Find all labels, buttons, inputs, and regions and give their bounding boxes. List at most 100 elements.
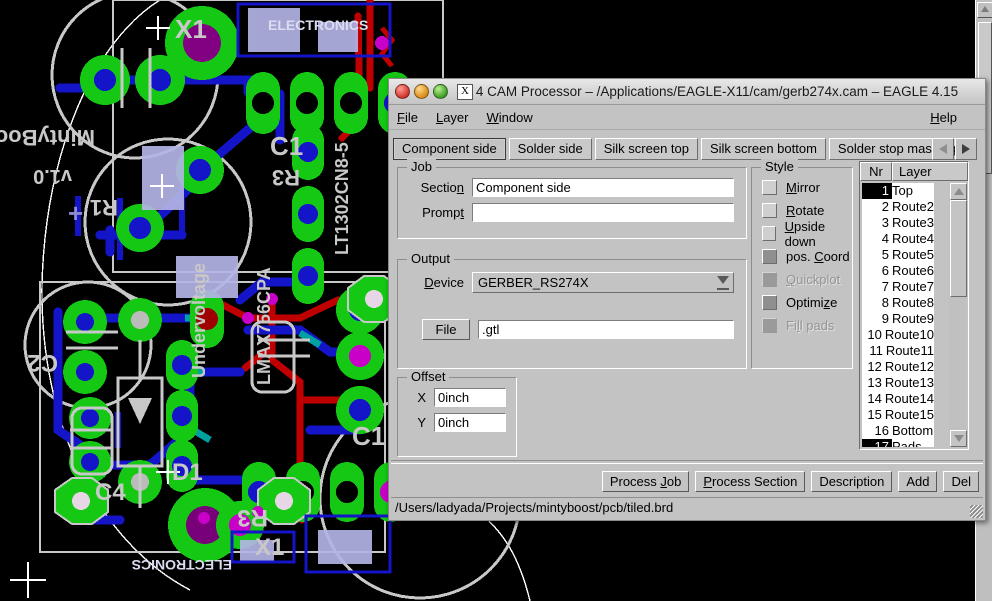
layer-header-nr[interactable]: Nr	[860, 162, 892, 181]
menu-window[interactable]: Window	[487, 110, 533, 125]
svg-text:X1: X1	[175, 14, 207, 44]
checkbox-box	[762, 203, 777, 218]
layer-row[interactable]: 14 Route14	[862, 391, 934, 407]
svg-text:C2: C2	[27, 349, 58, 376]
offset-y-label: Y	[417, 415, 426, 430]
offset-y-input[interactable]: 0inch	[434, 413, 506, 432]
tab-scroll-right-button[interactable]	[955, 138, 977, 160]
layer-scroll-down-button[interactable]	[950, 430, 967, 447]
layer-nr: 7	[881, 279, 889, 294]
checkbox-pos-coord[interactable]: pos. Coord	[752, 245, 852, 268]
device-select[interactable]: GERBER_RS274X	[472, 272, 734, 293]
layer-scroll-up-button[interactable]	[950, 183, 967, 200]
layer-row[interactable]: 16 Bottom	[862, 423, 934, 439]
layer-nr: 1	[862, 183, 892, 199]
layer-name: Route4	[892, 231, 934, 246]
svg-text:D1: D1	[172, 459, 203, 486]
layer-header-layer[interactable]: Layer	[892, 162, 968, 181]
tab-scroll-left-button[interactable]	[932, 138, 954, 160]
del-button[interactable]: Del	[943, 471, 979, 492]
checkbox-optimize[interactable]: Optimize	[752, 291, 852, 314]
layer-row[interactable]: 7 Route7	[862, 279, 934, 295]
layer-row[interactable]: 12 Route12	[862, 359, 934, 375]
cam-processor-window[interactable]: X 4 CAM Processor – /Applications/EAGLE-…	[388, 78, 986, 521]
layer-row[interactable]: 1 Top	[862, 183, 934, 199]
scroll-up-arrow[interactable]	[977, 2, 992, 18]
checkbox-label: Rotate	[786, 203, 825, 218]
layer-nr: 16	[874, 423, 889, 438]
layer-list-panel[interactable]: Nr Layer 1 Top 2 Route2 3 Route3 4 Route4 5R…	[859, 161, 969, 450]
minimize-button[interactable]	[414, 84, 429, 99]
process-section-button[interactable]: Process Section	[695, 471, 806, 492]
layer-name: Route7	[892, 279, 934, 294]
svg-text:ELECTRONICS: ELECTRONICS	[268, 17, 368, 33]
checkbox-box	[762, 272, 777, 287]
chevron-down-icon	[717, 276, 730, 290]
layer-row[interactable]: 11 Route11	[862, 343, 934, 359]
tab-scroll-buttons[interactable]	[932, 138, 977, 160]
layer-name: Route11	[885, 343, 934, 358]
layer-nr: 11	[869, 343, 883, 358]
layer-nr: 15	[867, 407, 882, 422]
zoom-button[interactable]	[433, 84, 448, 99]
prompt-label: Prompt	[422, 205, 464, 220]
process-job-button[interactable]: Process Job	[601, 471, 690, 492]
layer-row[interactable]: 13 Route13	[862, 375, 934, 391]
layer-row[interactable]: 8 Route8	[862, 295, 934, 311]
action-buttons: Process Job Process Section Description …	[601, 471, 979, 492]
menu-bar[interactable]: File Layer Window Help	[389, 105, 985, 130]
layer-list-scrollbar[interactable]	[949, 183, 967, 447]
layer-nr: 5	[881, 247, 889, 262]
section-tabs[interactable]: Component side Solder side Silk screen t…	[393, 136, 985, 160]
output-group: Output Device GERBER_RS274X File .gtl	[397, 251, 747, 369]
layer-name: Route14	[884, 391, 934, 406]
checkbox-upside-down[interactable]: Upside down	[752, 219, 852, 249]
checkbox-box	[762, 180, 777, 195]
description-button[interactable]: Description	[811, 471, 893, 492]
layer-row[interactable]: 15 Route15	[862, 407, 934, 423]
svg-text:+: +	[68, 198, 83, 228]
window-controls: X	[395, 83, 473, 100]
tab-solder-side[interactable]: Solder side	[508, 138, 592, 160]
layer-row[interactable]: 17 Pads	[862, 439, 934, 447]
menu-file[interactable]: File	[397, 110, 418, 125]
layer-row[interactable]: 2 Route2	[862, 199, 934, 215]
layer-name: Route8	[892, 295, 934, 310]
checkbox-mirror[interactable]: Mirror	[752, 176, 852, 199]
file-input[interactable]: .gtl	[478, 320, 734, 339]
layer-nr: 3	[881, 215, 889, 230]
layer-row[interactable]: 6 Route6	[862, 263, 934, 279]
layer-row[interactable]: 5 Route5	[862, 247, 934, 263]
layer-list[interactable]: 1 Top 2 Route2 3 Route3 4 Route4 5 Route5 6 Ro…	[862, 183, 934, 447]
offset-x-label: X	[417, 390, 426, 405]
tab-component-side[interactable]: Component side	[393, 138, 506, 160]
layer-name: Route3	[892, 215, 934, 230]
offset-x-input[interactable]: 0inch	[434, 388, 506, 407]
title-bar[interactable]: X 4 CAM Processor – /Applications/EAGLE-…	[389, 79, 985, 105]
checkbox-box	[762, 295, 777, 310]
window-title: 4 CAM Processor – /Applications/EAGLE-X1…	[475, 84, 959, 99]
layer-row[interactable]: 9 Route9	[862, 311, 934, 327]
svg-text:C4: C4	[95, 479, 126, 506]
close-button[interactable]	[395, 84, 410, 99]
tab-silk-screen-top[interactable]: Silk screen top	[594, 138, 698, 160]
prompt-input[interactable]	[472, 203, 734, 222]
offset-group: Offset X 0inch Y 0inch	[397, 369, 517, 457]
device-select-value: GERBER_RS274X	[478, 275, 589, 290]
file-button[interactable]: File	[422, 319, 470, 340]
layer-nr: 4	[881, 231, 889, 246]
layer-row[interactable]: 10 Route10	[862, 327, 934, 343]
resize-grip[interactable]	[970, 505, 983, 518]
menu-layer[interactable]: Layer	[436, 110, 469, 125]
screen: X1 MintyBoost v1.0 R1 + C1 C2 C4 D1 C1 U…	[0, 0, 992, 601]
layer-name: Route6	[892, 263, 934, 278]
layer-name: Route13	[884, 375, 934, 390]
layer-scrollbar-thumb[interactable]	[950, 200, 967, 297]
layer-row[interactable]: 4 Route4	[862, 231, 934, 247]
section-input[interactable]: Component side	[472, 178, 734, 197]
add-button[interactable]: Add	[898, 471, 938, 492]
tab-silk-screen-bottom[interactable]: Silk screen bottom	[700, 138, 826, 160]
layer-nr: 2	[881, 199, 889, 214]
layer-row[interactable]: 3 Route3	[862, 215, 934, 231]
menu-help[interactable]: Help	[930, 110, 957, 125]
